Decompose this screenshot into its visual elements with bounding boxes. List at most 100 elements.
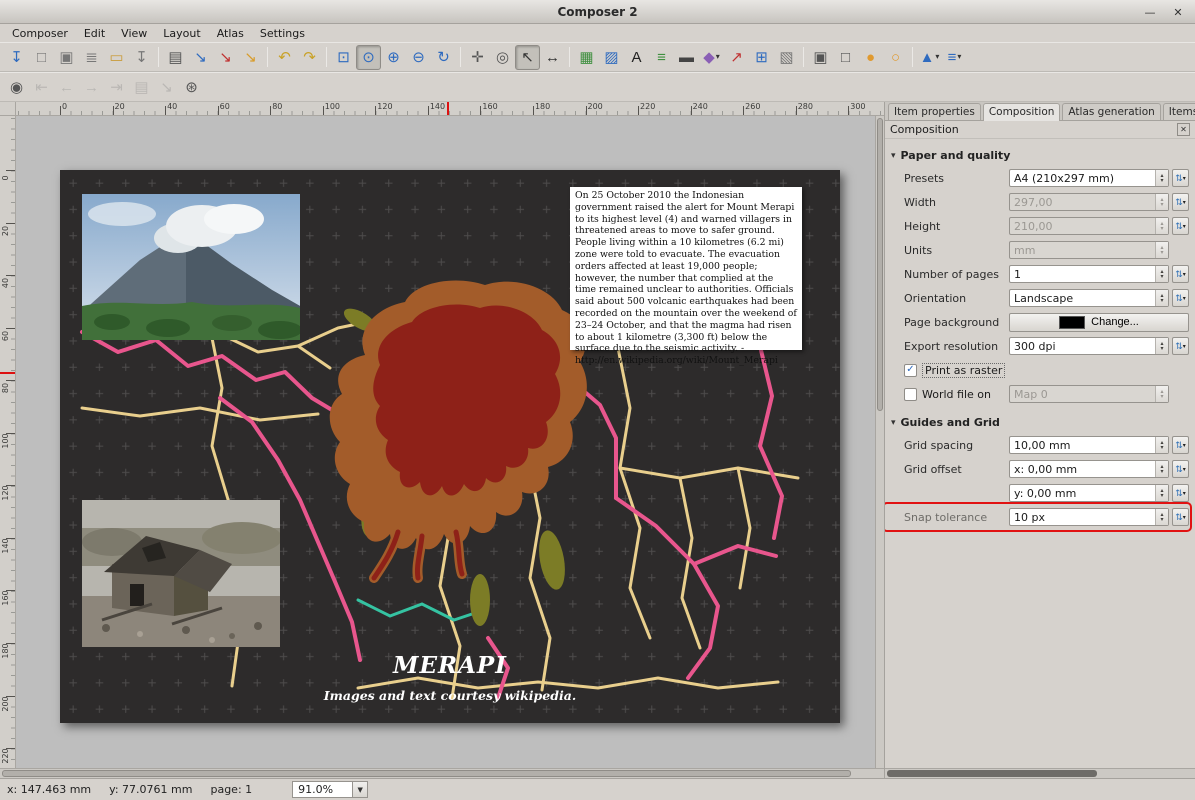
spinner-arrows-icon[interactable]: ▴▾	[1155, 290, 1168, 306]
data-defined-override-button[interactable]: ⇅▾	[1172, 289, 1189, 307]
zoom-full-button[interactable]: ⊡	[331, 45, 356, 70]
new-composer-button[interactable]: □	[29, 45, 54, 70]
data-defined-override-button[interactable]: ⇅▾	[1172, 217, 1189, 235]
align-items-button[interactable]: ≡▾	[942, 45, 967, 70]
presets-combo[interactable]: A4 (210x297 mm) ▴▾	[1009, 169, 1169, 187]
redo-button[interactable]: ↷	[297, 45, 322, 70]
page-background-color-button[interactable]: Change...	[1009, 313, 1189, 332]
refresh-view-button[interactable]: ↻	[431, 45, 456, 70]
composer-canvas[interactable]: On 25 October 2010 the Indonesian govern…	[16, 116, 875, 768]
add-shape-button[interactable]: ◆▾	[699, 45, 724, 70]
ungroup-items-button[interactable]: □	[833, 45, 858, 70]
export-as-pdf-button[interactable]: ↘	[213, 45, 238, 70]
raise-items-button[interactable]: ▲▾	[917, 45, 942, 70]
spinner-arrows-icon[interactable]: ▴▾	[1155, 437, 1168, 453]
panel-horizontal-scrollbar[interactable]	[885, 768, 1195, 778]
data-defined-override-button[interactable]: ⇅▾	[1172, 436, 1189, 454]
ruined-house-photo[interactable]	[82, 500, 280, 647]
world-file-label[interactable]: World file on	[922, 388, 991, 401]
add-attribute-table-button[interactable]: ⊞	[749, 45, 774, 70]
select-move-item-button[interactable]: ↖	[515, 45, 540, 70]
snap-tolerance-spinbox[interactable]: 10 px ▴▾	[1009, 508, 1169, 526]
tab-items[interactable]: Items	[1163, 103, 1195, 120]
menu-layout[interactable]: Layout	[155, 26, 208, 41]
spinner-arrows-icon[interactable]: ▴▾	[1155, 485, 1168, 501]
export-resolution-spinbox[interactable]: 300 dpi ▴▾	[1009, 337, 1169, 355]
add-legend-button[interactable]: ≡	[649, 45, 674, 70]
zoom-out-button[interactable]: ⊖	[406, 45, 431, 70]
map-subtitle-label[interactable]: Images and text courtesy wikipedia.	[60, 688, 840, 703]
map-title-label[interactable]: MERAPI	[60, 652, 840, 679]
export-as-svg-button[interactable]: ↘	[238, 45, 263, 70]
panel-close-button[interactable]: ✕	[1177, 123, 1190, 136]
minimize-button[interactable]: —	[1141, 4, 1159, 20]
duplicate-composer-button[interactable]: ▣	[54, 45, 79, 70]
add-new-map-button[interactable]: ▦	[574, 45, 599, 70]
zoom-actual-size-button[interactable]: ⊙	[356, 45, 381, 70]
section-paper-and-quality[interactable]: ▾ Paper and quality	[891, 149, 1189, 162]
menu-view[interactable]: View	[113, 26, 155, 41]
zoom-level-combo[interactable]: 91.0% ▼	[292, 781, 368, 798]
canvas-vertical-scrollbar[interactable]	[875, 116, 884, 768]
number-of-pages-spinbox[interactable]: 1 ▴▾	[1009, 265, 1169, 283]
data-defined-override-button[interactable]: ⇅▾	[1172, 484, 1189, 502]
menu-atlas[interactable]: Atlas	[209, 26, 252, 41]
print-composer-button[interactable]: ▤	[163, 45, 188, 70]
menu-edit[interactable]: Edit	[76, 26, 113, 41]
unlock-items-icon: ○	[891, 50, 900, 65]
spinner-arrows-icon[interactable]: ▴▾	[1155, 509, 1168, 525]
scrollbar-thumb[interactable]	[887, 770, 1097, 777]
lock-items-button[interactable]: ●	[858, 45, 883, 70]
data-defined-override-button[interactable]: ⇅▾	[1172, 337, 1189, 355]
grid-offset-y-spinbox[interactable]: y: 0,00 mm ▴▾	[1009, 484, 1169, 502]
atlas-settings-button[interactable]: ⊛	[179, 75, 204, 100]
section-guides-and-grid[interactable]: ▾ Guides and Grid	[891, 416, 1189, 429]
volcano-photo[interactable]	[82, 194, 300, 340]
menu-settings[interactable]: Settings	[252, 26, 313, 41]
pan-tool-button[interactable]: ✛	[465, 45, 490, 70]
spinner-arrows-icon[interactable]: ▴▾	[1155, 338, 1168, 354]
print-as-raster-label[interactable]: Print as raster	[922, 363, 1005, 378]
scrollbar-thumb[interactable]	[877, 118, 883, 411]
dropdown-arrow-icon[interactable]: ▼	[352, 782, 367, 797]
atlas-preview-button[interactable]: ◉	[4, 75, 29, 100]
load-from-template-button[interactable]: ▭	[104, 45, 129, 70]
add-scalebar-button[interactable]: ▬	[674, 45, 699, 70]
grid-spacing-spinbox[interactable]: 10,00 mm ▴▾	[1009, 436, 1169, 454]
canvas-horizontal-scrollbar[interactable]	[0, 768, 884, 778]
print-as-raster-checkbox[interactable]: ✓	[904, 364, 917, 377]
add-arrow-button[interactable]: ↗	[724, 45, 749, 70]
save-project-button[interactable]: ↧	[4, 45, 29, 70]
unlock-items-button[interactable]: ○	[883, 45, 908, 70]
world-file-checkbox[interactable]	[904, 388, 917, 401]
grid-offset-x-spinbox[interactable]: x: 0,00 mm ▴▾	[1009, 460, 1169, 478]
spinner-arrows-icon[interactable]: ▴▾	[1155, 170, 1168, 186]
group-items-button[interactable]: ▣	[808, 45, 833, 70]
spinner-arrows-icon[interactable]: ▴▾	[1155, 266, 1168, 282]
zoom-tool-button[interactable]: ◎	[490, 45, 515, 70]
save-as-template-button[interactable]: ↧	[129, 45, 154, 70]
data-defined-override-button[interactable]: ⇅▾	[1172, 460, 1189, 478]
menu-composer[interactable]: Composer	[4, 26, 76, 41]
add-html-frame-button[interactable]: ▧	[774, 45, 799, 70]
spinner-arrows-icon[interactable]: ▴▾	[1155, 461, 1168, 477]
tab-composition[interactable]: Composition	[983, 103, 1061, 121]
text-box-item[interactable]: On 25 October 2010 the Indonesian govern…	[570, 187, 802, 350]
data-defined-override-button[interactable]: ⇅▾	[1172, 508, 1189, 526]
tab-item-properties[interactable]: Item properties	[888, 103, 981, 120]
orientation-combo[interactable]: Landscape ▴▾	[1009, 289, 1169, 307]
move-item-content-button[interactable]: ↔	[540, 45, 565, 70]
undo-button[interactable]: ↶	[272, 45, 297, 70]
data-defined-override-button[interactable]: ⇅▾	[1172, 169, 1189, 187]
tab-atlas-generation[interactable]: Atlas generation	[1062, 103, 1160, 120]
zoom-in-button[interactable]: ⊕	[381, 45, 406, 70]
add-image-button[interactable]: ▨	[599, 45, 624, 70]
data-defined-override-button[interactable]: ⇅▾	[1172, 265, 1189, 283]
close-button[interactable]: ✕	[1169, 4, 1187, 20]
data-defined-override-button[interactable]: ⇅▾	[1172, 193, 1189, 211]
composer-manager-button[interactable]: ≣	[79, 45, 104, 70]
composition-page[interactable]: On 25 October 2010 the Indonesian govern…	[60, 170, 840, 723]
add-label-button[interactable]: A	[624, 45, 649, 70]
scrollbar-thumb[interactable]	[2, 770, 851, 777]
export-as-image-button[interactable]: ↘	[188, 45, 213, 70]
